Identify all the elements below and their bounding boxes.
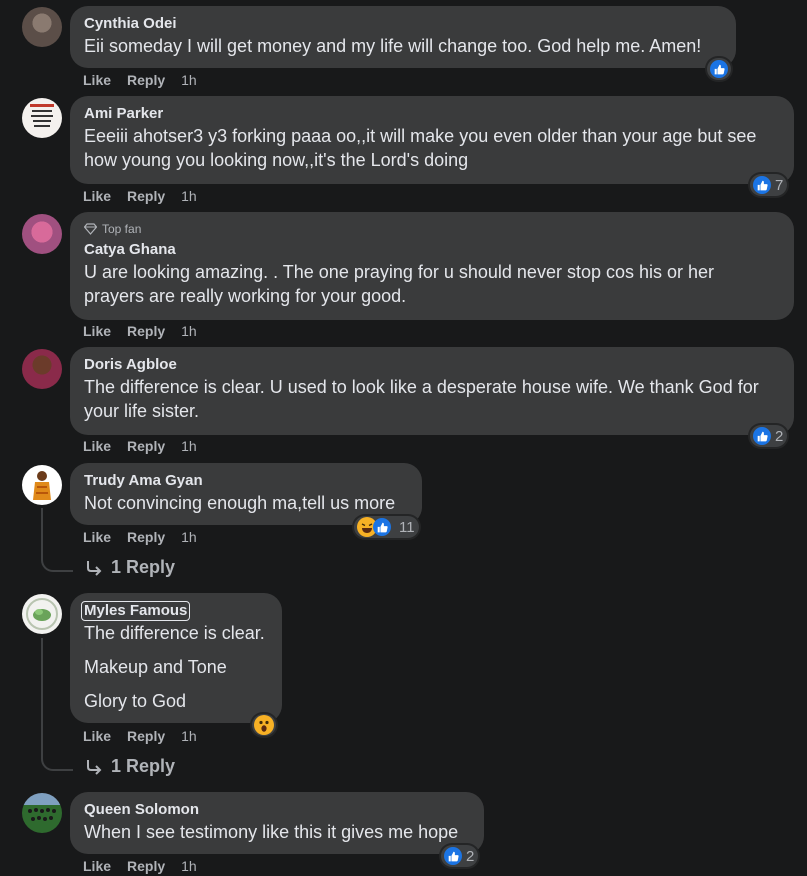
diamond-icon [84,223,97,235]
like-icon [710,60,728,78]
reaction-summary[interactable] [707,58,731,80]
avatar[interactable] [22,7,62,47]
like-button[interactable]: Like [83,858,111,874]
avatar-image [26,598,58,630]
comment-bubble: Queen Solomon When I see testimony like … [70,792,484,854]
timestamp[interactable]: 1h [181,529,197,545]
reaction-count: 11 [399,518,415,536]
comment-text: The difference is clear. Makeup and Tone… [84,623,265,711]
avatar[interactable] [22,98,62,138]
reply-button[interactable]: Reply [127,323,165,339]
reply-button[interactable]: Reply [127,188,165,204]
thread-curve [41,550,73,572]
comment-text: Eii someday I will get money and my life… [84,36,702,56]
commenter-name[interactable]: Queen Solomon [84,800,470,820]
view-replies-link[interactable]: 1 Reply [85,557,175,578]
avatar[interactable] [22,349,62,389]
timestamp[interactable]: 1h [181,728,197,744]
reply-button[interactable]: Reply [127,858,165,874]
reaction-summary[interactable]: 11 [354,516,419,538]
comment-actions: Like Reply 1h [83,323,197,339]
comment-text: U are looking amazing. . The one praying… [84,262,715,306]
like-button[interactable]: Like [83,529,111,545]
reply-arrow-icon [87,759,102,775]
commenter-name[interactable]: Trudy Ama Gyan [84,471,408,491]
timestamp[interactable]: 1h [181,323,197,339]
comment-text: The difference is clear. U used to look … [84,377,759,421]
comment-text: Eeeiii ahotser3 y3 forking paaa oo,,it w… [84,126,757,170]
reply-arrow-icon [87,560,102,576]
like-button[interactable]: Like [83,438,111,454]
view-replies-link[interactable]: 1 Reply [85,756,175,777]
reaction-summary[interactable] [252,714,276,736]
replies-count-label: 1 Reply [111,756,176,776]
top-fan-label: Top fan [102,222,142,236]
comment-bubble: Ami Parker Eeeiii ahotser3 y3 forking pa… [70,96,794,184]
comment-bubble: Doris Agbloe The difference is clear. U … [70,347,794,435]
comment-actions: Like Reply 1h [83,728,197,744]
comment-actions: Like Reply 1h [83,72,197,88]
comment-text: When I see testimony like this it gives … [84,822,459,842]
replies-count-label: 1 Reply [111,557,176,577]
reaction-count: 7 [775,176,784,194]
comment-actions: Like Reply 1h [83,529,197,545]
avatar-image [30,104,54,127]
comment-text: Not convincing enough ma,tell us more [84,493,396,513]
timestamp[interactable]: 1h [181,188,197,204]
comment-bubble: Top fan Catya Ghana U are looking amazin… [70,212,794,320]
reply-button[interactable]: Reply [127,72,165,88]
reaction-count: 2 [466,847,475,865]
timestamp[interactable]: 1h [181,858,197,874]
commenter-name[interactable]: Ami Parker [84,104,780,124]
like-button[interactable]: Like [83,728,111,744]
avatar-image [33,471,51,500]
thread-line [41,638,43,756]
reply-button[interactable]: Reply [127,529,165,545]
comment-bubble: Myles Famous The difference is clear. Ma… [70,593,282,723]
avatar[interactable] [22,594,62,634]
reaction-summary[interactable]: 7 [750,174,788,196]
commenter-name[interactable]: Cynthia Odei [84,14,722,34]
like-button[interactable]: Like [83,188,111,204]
comment-bubble: Cynthia Odei Eii someday I will get mone… [70,6,736,68]
avatar[interactable] [22,465,62,505]
like-icon [373,518,391,536]
commenter-name[interactable]: Catya Ghana [84,240,780,260]
timestamp[interactable]: 1h [181,72,197,88]
avatar[interactable] [22,214,62,254]
thread-curve [41,749,73,771]
reaction-count: 2 [775,427,784,445]
like-icon [753,176,771,194]
comment-actions: Like Reply 1h [83,858,197,874]
reaction-summary[interactable]: 2 [441,845,479,867]
reaction-summary[interactable]: 2 [750,425,788,447]
like-icon [444,847,462,865]
like-icon [753,427,771,445]
like-button[interactable]: Like [83,72,111,88]
top-fan-badge[interactable]: Top fan [84,221,780,237]
commenter-name[interactable]: Myles Famous [81,601,191,621]
like-button[interactable]: Like [83,323,111,339]
reply-button[interactable]: Reply [127,728,165,744]
commenter-name[interactable]: Doris Agbloe [84,355,780,375]
comment-actions: Like Reply 1h [83,438,197,454]
timestamp[interactable]: 1h [181,438,197,454]
avatar[interactable] [22,793,62,833]
reply-button[interactable]: Reply [127,438,165,454]
wow-icon [254,715,274,735]
avatar-image [28,808,56,821]
comment-actions: Like Reply 1h [83,188,197,204]
